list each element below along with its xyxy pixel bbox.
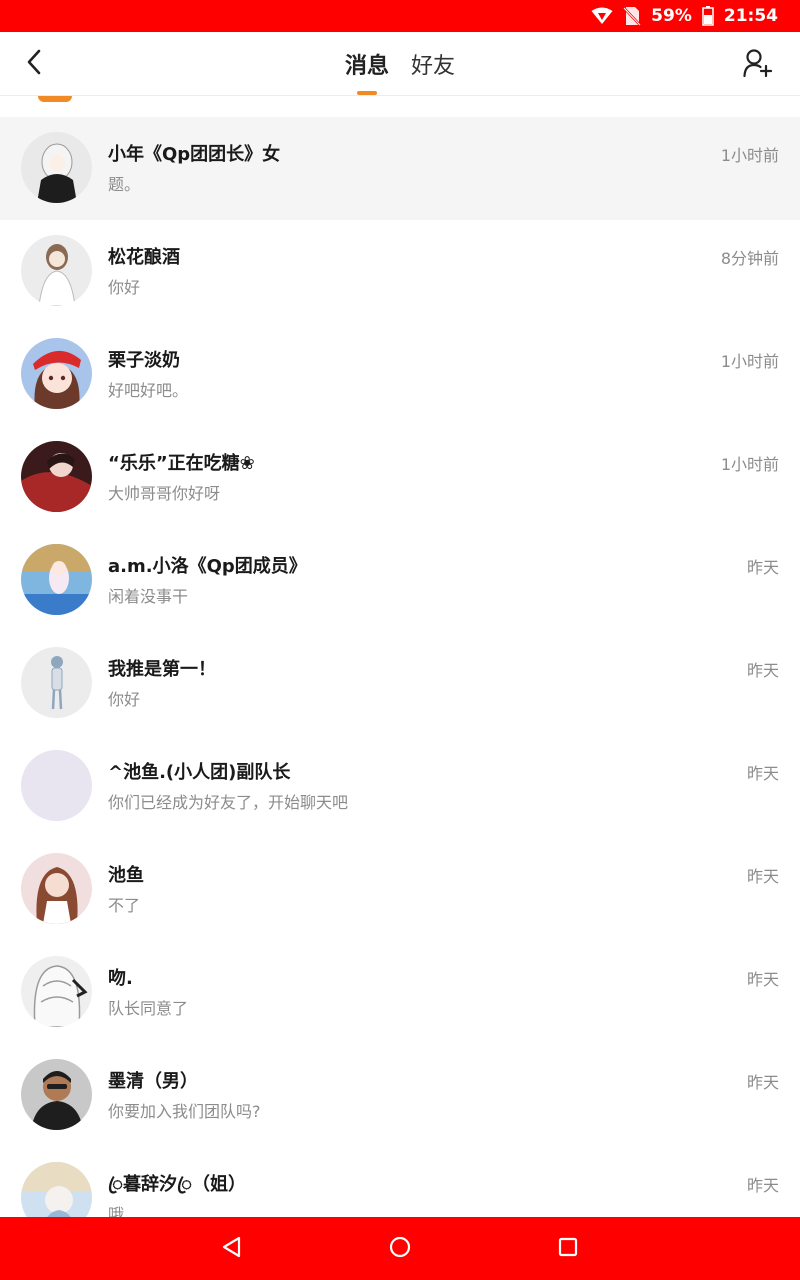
avatar [21, 235, 92, 306]
message-time: 昨天 [746, 661, 779, 680]
navigation-bar [0, 1217, 800, 1280]
avatar [21, 132, 92, 203]
avatar [21, 750, 92, 821]
avatar [21, 1059, 92, 1130]
conversation-item[interactable]: 栗子淡奶 好吧好吧。 1小时前 [0, 323, 800, 426]
conversation-item[interactable]: ꦿ暮辞汐ꦿ（姐） 哦 昨天 [0, 1147, 800, 1217]
circle-home-icon [389, 1236, 411, 1262]
wifi-icon [591, 7, 613, 25]
message-preview: 你要加入我们团队吗? [108, 1102, 261, 1121]
status-bar: 59% 21:54 [0, 0, 800, 32]
message-time: 1小时前 [720, 146, 779, 165]
partial-list-item [38, 96, 72, 102]
message-time: 昨天 [746, 1176, 779, 1195]
message-preview: 不了 [108, 896, 141, 915]
avatar [21, 647, 92, 718]
message-time: 昨天 [746, 558, 779, 577]
battery-icon [702, 6, 714, 26]
tab-messages[interactable]: 消息 [345, 32, 389, 96]
message-preview: 你好 [108, 278, 141, 297]
avatar [21, 338, 92, 409]
message-time: 昨天 [746, 970, 779, 989]
message-preview: 哦 [108, 1205, 125, 1217]
message-preview: 你好 [108, 690, 141, 709]
conversation-name: 松花酿酒 [108, 247, 180, 268]
message-preview: 队长同意了 [108, 999, 189, 1018]
nav-home-button[interactable] [382, 1231, 418, 1267]
message-time: 1小时前 [720, 455, 779, 474]
conversation-name: a.m.小洛《Qp团成员》 [108, 556, 307, 577]
message-time: 8分钟前 [720, 249, 779, 268]
conversation-name: 小年《Qp团团长》女 [108, 144, 281, 165]
avatar [21, 441, 92, 512]
avatar [21, 853, 92, 924]
conversation-item[interactable]: 池鱼 不了 昨天 [0, 838, 800, 941]
battery-level: 59% [651, 6, 692, 26]
clock: 21:54 [723, 6, 778, 26]
header: 消息 好友 [0, 32, 800, 96]
conversation-name: ^池鱼.(小人团)副队长 [108, 762, 291, 783]
conversation-item[interactable]: a.m.小洛《Qp团成员》 闲着没事干 昨天 [0, 529, 800, 632]
message-time: 昨天 [746, 1073, 779, 1092]
nav-back-button[interactable] [214, 1231, 250, 1267]
conversation-name: 栗子淡奶 [108, 350, 180, 371]
conversation-name: 我推是第一！ [108, 659, 216, 680]
conversation-item[interactable]: 松花酿酒 你好 8分钟前 [0, 220, 800, 323]
conversation-name: 池鱼 [108, 865, 144, 886]
message-preview: 好吧好吧。 [108, 381, 189, 400]
conversation-item[interactable]: 吻. 队长同意了 昨天 [0, 941, 800, 1044]
avatar [21, 1162, 92, 1217]
message-time: 昨天 [746, 867, 779, 886]
tab-friends[interactable]: 好友 [411, 32, 455, 96]
triangle-back-icon [222, 1236, 242, 1262]
square-recents-icon [558, 1237, 578, 1261]
message-preview: 题。 [108, 175, 141, 194]
conversation-name: 墨清（男） [108, 1071, 198, 1092]
avatar [21, 956, 92, 1027]
conversation-name: 吻. [108, 968, 133, 989]
message-time: 昨天 [746, 764, 779, 783]
nav-recents-button[interactable] [550, 1231, 586, 1267]
message-preview: 大帅哥哥你好呀 [108, 484, 221, 503]
conversation-item[interactable]: 小年《Qp团团长》女 题。 1小时前 [0, 117, 800, 220]
message-time: 1小时前 [720, 352, 779, 371]
conversation-item[interactable]: 我推是第一！ 你好 昨天 [0, 632, 800, 735]
conversation-item[interactable]: 墨清（男） 你要加入我们团队吗? 昨天 [0, 1044, 800, 1147]
avatar [21, 544, 92, 615]
conversation-name: “乐乐”正在吃糖❀ [108, 453, 255, 474]
conversation-item[interactable]: ^池鱼.(小人团)副队长 你们已经成为好友了，开始聊天吧 昨天 [0, 735, 800, 838]
add-friend-button[interactable] [738, 45, 778, 85]
message-preview: 你们已经成为好友了，开始聊天吧 [108, 793, 349, 812]
tab-bar: 消息 好友 [0, 32, 800, 96]
conversation-item[interactable]: “乐乐”正在吃糖❀ 大帅哥哥你好呀 1小时前 [0, 426, 800, 529]
no-sim-icon [623, 6, 642, 26]
conversation-list: 小年《Qp团团长》女 题。 1小时前 松花酿酒 你好 8分钟前 栗子淡奶 好吧好… [0, 117, 800, 1217]
conversation-name: ꦿ暮辞汐ꦿ（姐） [108, 1174, 246, 1195]
message-preview: 闲着没事干 [108, 587, 189, 606]
add-user-icon [743, 48, 773, 82]
